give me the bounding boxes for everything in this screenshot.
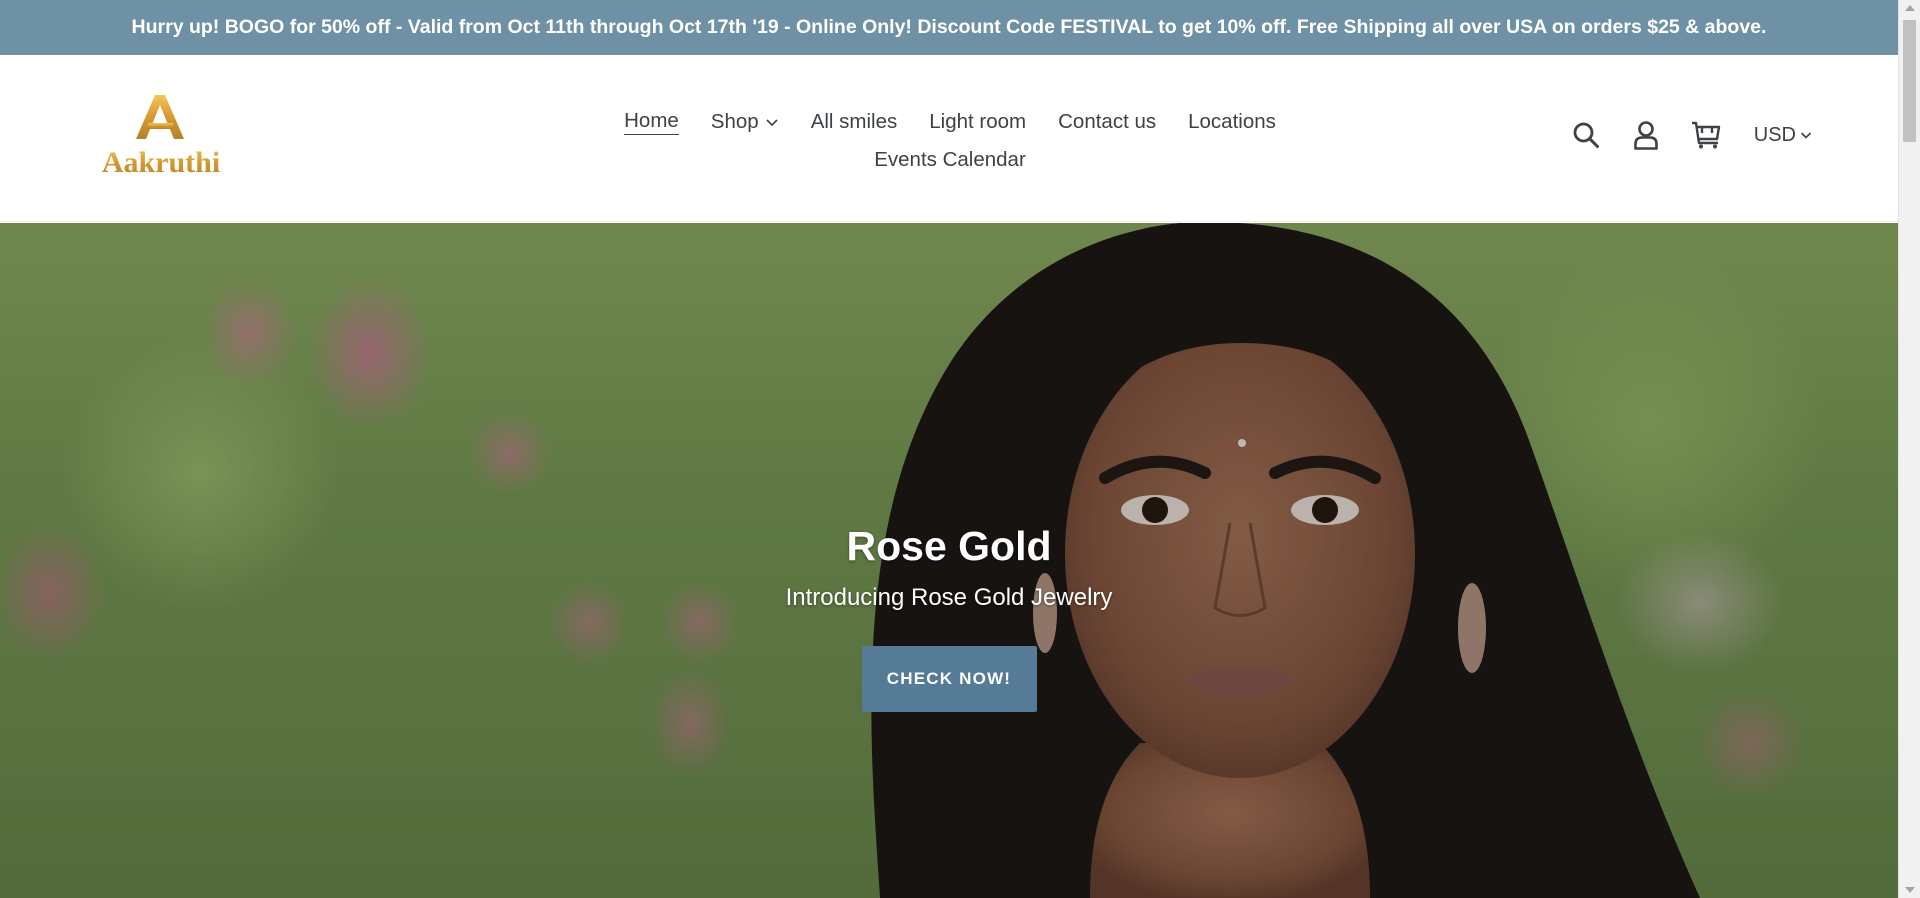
- logo-text: Aakruthi: [102, 146, 220, 179]
- site-header: Aakruthi Home Shop All smiles Light room…: [0, 55, 1898, 222]
- scrollbar-thumb[interactable]: [1903, 20, 1916, 142]
- scroll-up-arrow[interactable]: [1905, 5, 1915, 11]
- logo-mark: Aakruthi: [102, 95, 220, 179]
- cart-icon: [1691, 121, 1720, 149]
- currency-label: USD: [1753, 123, 1796, 146]
- nav-row-2: Events Calendar: [590, 141, 1310, 179]
- search-icon: [1573, 122, 1599, 148]
- nav-row-1: Home Shop All smiles Light room Contact …: [590, 103, 1310, 141]
- hero-banner: Rose Gold Introducing Rose Gold Jewelry …: [0, 223, 1898, 898]
- nav-item-home[interactable]: Home: [624, 109, 679, 135]
- nav-item-light-room[interactable]: Light room: [929, 110, 1026, 134]
- nav-item-shop[interactable]: Shop: [711, 110, 779, 134]
- header-icons: USD: [1570, 119, 1812, 151]
- hero-content: Rose Gold Introducing Rose Gold Jewelry …: [0, 523, 1898, 712]
- search-button[interactable]: [1570, 119, 1602, 151]
- chevron-down-icon: [1800, 131, 1812, 139]
- check-now-button[interactable]: CHECK NOW!: [861, 646, 1037, 712]
- hero-title: Rose Gold: [846, 523, 1052, 569]
- account-button[interactable]: [1630, 119, 1662, 151]
- nav-item-contact-us[interactable]: Contact us: [1058, 110, 1156, 134]
- scroll-down-arrow[interactable]: [1905, 887, 1915, 893]
- currency-selector[interactable]: USD: [1754, 124, 1812, 147]
- cart-button[interactable]: [1690, 119, 1722, 151]
- account-icon: [1633, 121, 1658, 150]
- announcement-bar: Hurry up! BOGO for 50% off - Valid from …: [0, 0, 1898, 55]
- main-nav: Home Shop All smiles Light room Contact …: [590, 103, 1310, 179]
- nav-item-events-calendar[interactable]: Events Calendar: [874, 148, 1026, 172]
- chevron-down-icon: [766, 119, 778, 127]
- hero-subtitle: Introducing Rose Gold Jewelry: [785, 584, 1113, 611]
- announcement-text: Hurry up! BOGO for 50% off - Valid from …: [131, 16, 1767, 38]
- site-logo[interactable]: Aakruthi: [88, 93, 234, 179]
- nav-item-all-smiles[interactable]: All smiles: [811, 110, 898, 134]
- page-scrollbar[interactable]: [1898, 0, 1920, 898]
- nav-item-locations[interactable]: Locations: [1188, 110, 1276, 134]
